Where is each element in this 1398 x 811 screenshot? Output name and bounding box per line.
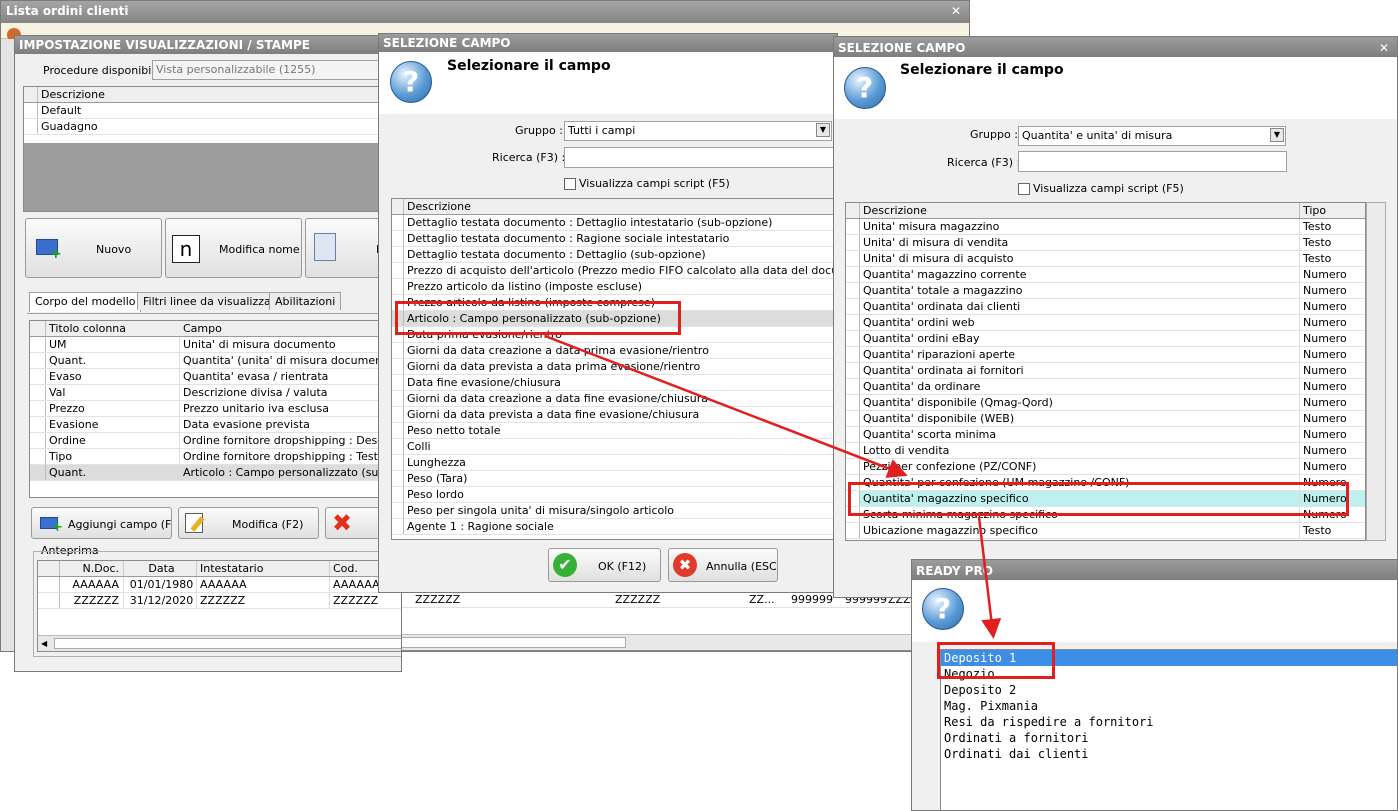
arrow-specific-to-deposit: [977, 516, 1002, 639]
arrow-custom-to-specific: [544, 334, 908, 478]
annotation-arrows: [544, 334, 1002, 639]
